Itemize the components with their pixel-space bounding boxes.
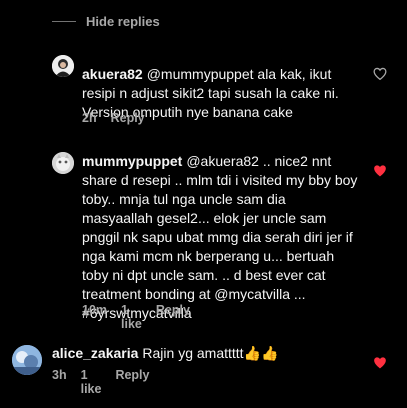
avatar[interactable]	[52, 55, 74, 77]
comment-meta: 2h Reply	[82, 111, 145, 125]
comment-body: Rajin yg amattttt👍👍	[142, 345, 279, 361]
reply-button[interactable]: Reply	[156, 303, 190, 331]
comment-username[interactable]: alice_zakaria	[52, 345, 138, 361]
comment-meta: 10m 1 like Reply	[82, 303, 190, 331]
reply-button[interactable]: Reply	[111, 111, 145, 125]
likes-count-button[interactable]: 1 like	[81, 368, 102, 396]
avatar[interactable]	[12, 345, 42, 375]
comment-username[interactable]: akuera82	[82, 66, 143, 82]
hide-replies-label: Hide replies	[86, 14, 160, 29]
likes-count-button[interactable]: 1 like	[121, 303, 142, 331]
reply-button[interactable]: Reply	[115, 368, 149, 396]
divider-line	[52, 21, 76, 22]
hide-replies-button[interactable]: Hide replies	[52, 14, 160, 29]
comment-body: @akuera82 .. nice2 nnt share d resepi ..…	[82, 153, 358, 321]
heart-filled-icon[interactable]	[373, 164, 387, 177]
comment-time: 2h	[82, 111, 97, 125]
comment-meta: 3h 1 like Reply	[52, 368, 149, 396]
heart-icon[interactable]	[373, 67, 387, 80]
avatar[interactable]	[52, 152, 74, 174]
comment-time: 10m	[82, 303, 108, 317]
comment-time: 3h	[52, 368, 67, 382]
comment-text: alice_zakaria Rajin yg amattttt👍👍	[52, 344, 352, 363]
heart-filled-icon[interactable]	[373, 356, 387, 369]
comment-username[interactable]: mummypuppet	[82, 153, 182, 169]
comment-text: mummypuppet @akuera82 .. nice2 nnt share …	[82, 152, 358, 323]
